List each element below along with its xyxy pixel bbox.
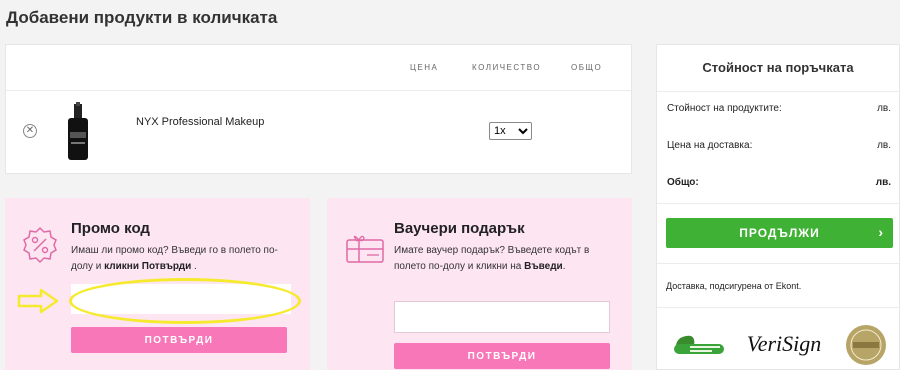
summary-title: Стойност на поръчката [702, 60, 854, 75]
summary-label: Цена на доставка: [667, 140, 753, 151]
column-header-quantity: КОЛИЧЕСТВО [472, 63, 542, 72]
summary-label: Стойност на продуктите: [667, 103, 782, 114]
promo-text-bold: кликни Потвърди [104, 261, 192, 272]
arrow-right-icon [17, 288, 59, 314]
promo-confirm-button[interactable]: ПОТВЪРДИ [71, 327, 287, 353]
page-title: Добавени продукти в количката [6, 8, 278, 27]
divider [6, 90, 631, 91]
product-image[interactable] [54, 102, 102, 162]
quantity-select[interactable]: 1x [489, 122, 532, 140]
continue-button-label: ПРОДЪЛЖИ [739, 226, 820, 240]
promo-code-panel: Промо код Имаш ли промо код? Въведи го в… [5, 198, 310, 370]
certified-seal-icon [846, 325, 886, 365]
column-header-price: ЦЕНА [410, 63, 439, 72]
summary-row-delivery: Цена на доставка: лв. [667, 140, 891, 151]
promo-code-input[interactable] [71, 284, 291, 314]
voucher-text-bold: Въведи [524, 261, 563, 272]
promo-title: Промо код [71, 220, 150, 237]
voucher-code-input[interactable] [394, 301, 610, 333]
summary-row-total: Общо: лв. [667, 177, 891, 188]
verisign-badge: VeriSign [746, 331, 822, 356]
divider [657, 307, 899, 308]
column-header-total: ОБЩО [571, 63, 603, 72]
continue-button[interactable]: ПРОДЪЛЖИ › [666, 218, 893, 248]
divider [657, 203, 899, 204]
delivery-note: Доставка, подсигурена от Ekont. [666, 281, 802, 291]
product-name[interactable]: NYX Professional Makeup [136, 116, 264, 128]
cart-table: ЦЕНА КОЛИЧЕСТВО ОБЩО ✕ NYX Professional … [5, 44, 632, 174]
divider [657, 263, 899, 264]
summary-value: лв. [877, 140, 891, 151]
divider [657, 91, 899, 92]
summary-value: лв. [875, 177, 891, 188]
summary-row-products: Стойност на продуктите: лв. [667, 103, 891, 114]
percent-badge-icon [23, 226, 57, 264]
close-circle-icon[interactable]: ✕ [23, 124, 37, 138]
comodo-secure-badge-icon [674, 335, 724, 354]
summary-value: лв. [877, 103, 891, 114]
promo-description: Имаш ли промо код? Въведи го в полето по… [71, 243, 286, 275]
voucher-text-end: . [562, 261, 566, 272]
voucher-title: Ваучери подарък [394, 220, 525, 237]
gift-voucher-panel: Ваучери подарък Имате ваучер подарък? Въ… [327, 198, 632, 370]
chevron-right-icon: › [878, 224, 884, 240]
voucher-confirm-button[interactable]: ПОТВЪРДИ [394, 343, 610, 369]
gift-card-icon [346, 235, 384, 263]
order-summary: Стойност на поръчката Стойност на продук… [656, 44, 900, 370]
summary-label: Общо: [667, 177, 699, 188]
trust-badges: VeriSign [665, 322, 897, 367]
promo-text-end: . [191, 261, 197, 272]
voucher-description: Имате ваучер подарък? Въведете кодът в п… [394, 243, 609, 275]
